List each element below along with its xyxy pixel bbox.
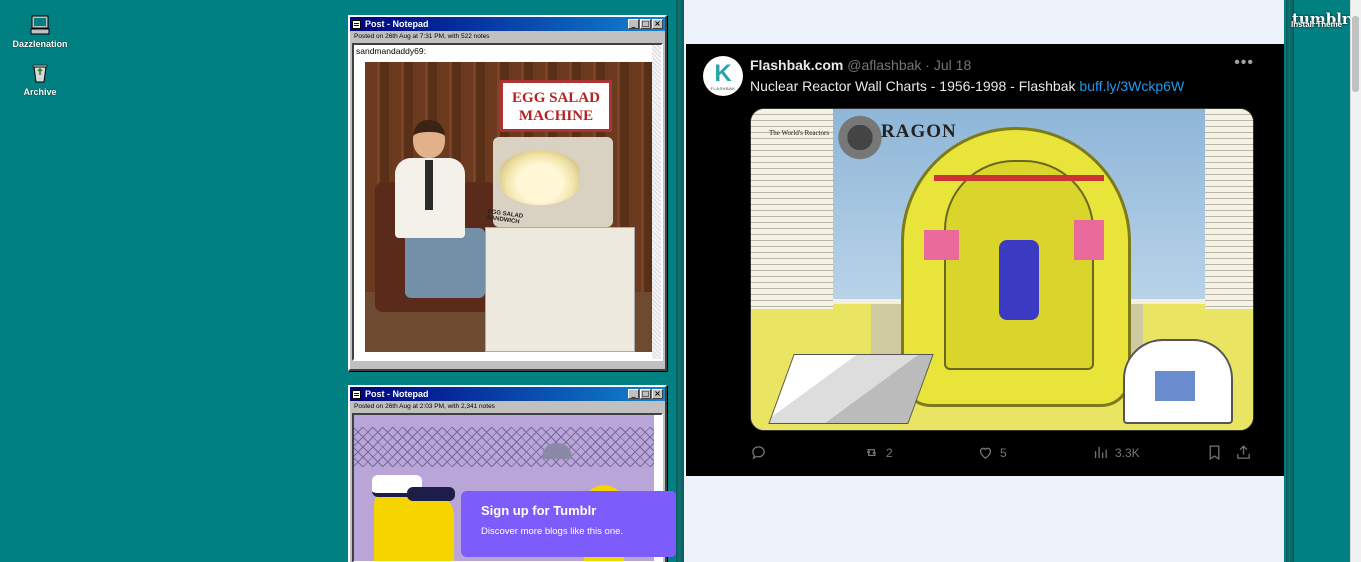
post-author[interactable]: sandmandaddy69: xyxy=(354,45,661,57)
desktop-icon-label: Dazzlenation xyxy=(12,39,68,49)
tweet-link[interactable]: buff.ly/3Wckp6W xyxy=(1079,78,1184,94)
heart-icon xyxy=(979,447,992,459)
retweet-icon xyxy=(866,449,877,456)
share-button[interactable] xyxy=(1235,444,1252,461)
computer-icon xyxy=(30,15,50,35)
share-icon xyxy=(1237,445,1250,459)
notepad-window-post-1: Post - Notepad _ □ × Posted on 26th Aug … xyxy=(348,15,667,371)
desktop-icon-dazzlenation[interactable]: Dazzlenation xyxy=(5,14,75,49)
post-body: sandmandaddy69: EGG SALAD MACHINE EGG SA… xyxy=(352,43,663,361)
tweet-actions: 2 5 3.3K xyxy=(750,444,1254,464)
notepad-icon xyxy=(352,389,361,399)
tweet-media-reactor-chart[interactable]: The World's Reactors RAGON xyxy=(750,108,1254,431)
tweet-author-name[interactable]: Flashbak.com xyxy=(750,57,843,73)
analytics-icon xyxy=(1094,446,1107,459)
post-meta: Posted on 26th Aug at 2:03 PM, with 2,34… xyxy=(354,403,495,410)
close-button[interactable]: × xyxy=(652,389,663,399)
install-theme-button[interactable]: Install Theme xyxy=(1291,20,1342,29)
signup-title: Sign up for Tumblr xyxy=(481,503,597,518)
like-count: 5 xyxy=(1000,445,1007,460)
window-title: Post - Notepad xyxy=(365,19,429,29)
close-button[interactable]: × xyxy=(652,19,663,29)
recycle-bin-icon xyxy=(32,64,48,83)
post-image-egg-salad-machine[interactable]: EGG SALAD MACHINE EGG SALAD SANDWICH xyxy=(365,62,653,352)
notepad-icon xyxy=(352,19,361,29)
signup-subtitle: Discover more blogs like this one. xyxy=(481,526,624,537)
desktop-icon-archive[interactable]: Archive xyxy=(5,62,75,97)
chart-title: RAGON xyxy=(881,121,957,142)
retweet-count: 2 xyxy=(886,445,893,460)
post-scrollbar[interactable] xyxy=(652,45,661,359)
column-divider xyxy=(676,0,684,562)
tweet-author-handle[interactable]: @aflashbak xyxy=(847,57,921,73)
more-options-icon[interactable]: ••• xyxy=(1234,54,1254,72)
embedded-tweet[interactable]: K FLASHBAK Flashbak.com @aflashbak · Jul… xyxy=(686,44,1284,476)
window-title: Post - Notepad xyxy=(365,389,429,399)
views-button[interactable]: 3.3K xyxy=(1092,444,1140,461)
reply-icon xyxy=(752,446,765,460)
tweet-header: Flashbak.com @aflashbak · Jul 18 xyxy=(750,57,971,73)
egg-salad-sign: EGG SALAD MACHINE xyxy=(500,80,612,132)
minimize-button[interactable]: _ xyxy=(628,389,639,399)
views-count: 3.3K xyxy=(1115,445,1140,460)
maximize-button[interactable]: □ xyxy=(640,19,651,29)
tweet-separator: · xyxy=(921,57,934,73)
tweet-body: Nuclear Reactor Wall Charts - 1956-1998 … xyxy=(750,78,1080,94)
maximize-button[interactable]: □ xyxy=(640,389,651,399)
tweet-text: Nuclear Reactor Wall Charts - 1956-1998 … xyxy=(750,78,1184,94)
tumblr-signup-banner[interactable]: Sign up for Tumblr Discover more blogs l… xyxy=(461,491,677,557)
avatar-caption: FLASHBAK xyxy=(710,85,736,91)
bookmark-button[interactable] xyxy=(1206,444,1223,461)
desktop-icon-label: Archive xyxy=(23,87,57,97)
avatar-letter: K xyxy=(714,59,732,87)
bookmark-icon xyxy=(1209,445,1220,461)
window-titlebar[interactable]: Post - Notepad _ □ × xyxy=(350,17,665,31)
post-meta: Posted on 26th Aug at 7:31 PM, with 522 … xyxy=(354,33,490,40)
page-scrollbar-thumb[interactable] xyxy=(1352,16,1359,92)
window-titlebar[interactable]: Post - Notepad _ □ × xyxy=(350,387,665,401)
avatar[interactable]: K FLASHBAK xyxy=(703,56,743,96)
like-button[interactable]: 5 xyxy=(977,444,1007,461)
retweet-button[interactable]: 2 xyxy=(863,444,893,461)
minimize-button[interactable]: _ xyxy=(628,19,639,29)
reply-button[interactable] xyxy=(750,444,773,461)
chart-heading: The World's Reactors xyxy=(769,129,830,137)
right-divider xyxy=(1286,0,1294,562)
tweet-date[interactable]: Jul 18 xyxy=(934,57,971,73)
